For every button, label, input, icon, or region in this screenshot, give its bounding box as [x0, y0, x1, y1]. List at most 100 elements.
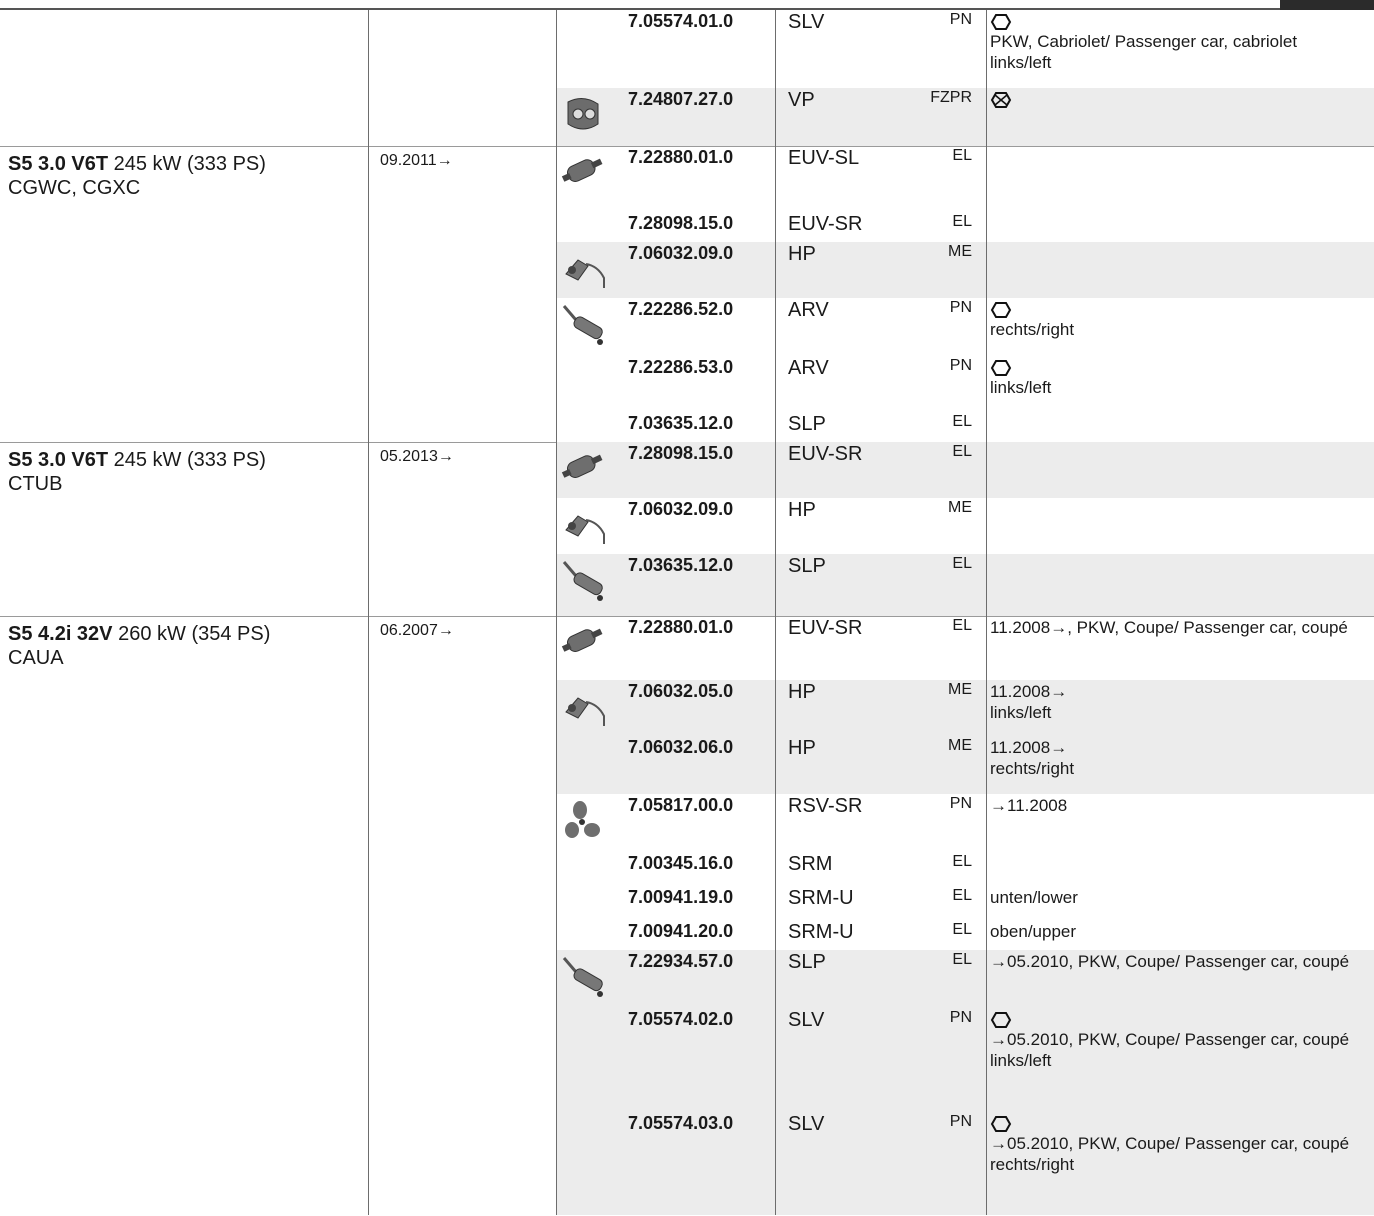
clamp-part-image [558, 796, 608, 842]
part-row[interactable]: 7.03635.12.0 SLP EL [556, 412, 1374, 442]
part-row[interactable]: 7.24807.27.0 VP FZPR [556, 88, 1374, 146]
part-row[interactable]: 7.05574.01.0 SLV PN PKW, Cabriolet/ Passeng… [556, 10, 1374, 88]
material-code: ME [948, 681, 972, 698]
model-power: 245 kW (333 PS) [108, 449, 266, 471]
part-code: SRM-U [788, 921, 854, 943]
part-row[interactable]: 7.05817.00.0 RSV-SR PN →11.2008 [556, 794, 1374, 852]
muffler-part-image [558, 556, 608, 602]
material-code: ME [948, 737, 972, 754]
model-name: S5 3.0 V6T [8, 449, 109, 471]
part-notes: rechts/right [990, 299, 1370, 340]
part-notes: unten/lower [990, 887, 1370, 908]
cat-part-image [558, 618, 608, 664]
part-code: ARV [788, 299, 829, 321]
part-row[interactable]: 7.00941.19.0 SRM-U EL unten/lower [556, 886, 1374, 920]
part-notes: 11.2008→ links/left [990, 681, 1370, 723]
part-row[interactable]: 7.06032.09.0 HP ME [556, 498, 1374, 554]
material-code: EL [952, 413, 972, 430]
note-line: oben/upper [990, 922, 1077, 941]
note-line: →11.2008 [990, 796, 1068, 815]
vehicle-model: S5 3.0 V6T 245 kW (333 PS) CTUB [8, 448, 358, 496]
part-code: HP [788, 737, 816, 759]
part-code: VP [788, 89, 815, 111]
part-number: 7.22880.01.0 [628, 617, 734, 637]
part-notes: →05.2010, PKW, Coupe/ Passenger car, cou… [990, 951, 1370, 972]
part-row[interactable]: 7.00941.20.0 SRM-U EL oben/upper [556, 920, 1374, 950]
note-line: links/left [990, 53, 1052, 72]
note-line: links/left [990, 1051, 1052, 1070]
part-row[interactable]: 7.22880.01.0 EUV-SL EL [556, 146, 1374, 212]
part-number: 7.05574.01.0 [628, 11, 734, 31]
part-row[interactable]: 7.28098.15.0 EUV-SR EL [556, 212, 1374, 242]
part-code: SLP [788, 951, 826, 973]
vehicle-model [8, 15, 358, 39]
part-code: SLV [788, 11, 825, 33]
part-row[interactable]: 7.06032.06.0 HP ME 11.2008→ rechts/right [556, 736, 1374, 794]
part-number: 7.05817.00.0 [628, 795, 734, 815]
part-notes: →05.2010, PKW, Coupe/ Passenger car, cou… [990, 1009, 1370, 1071]
material-code: EL [952, 887, 972, 904]
part-code: EUV-SR [788, 213, 863, 235]
part-number: 7.00345.16.0 [628, 853, 734, 873]
part-row[interactable]: 7.22880.01.0 EUV-SR EL 11.2008→, PKW, Coupe… [556, 616, 1374, 680]
part-code: SLV [788, 1113, 825, 1135]
part-code: HP [788, 499, 816, 521]
part-number: 7.00941.20.0 [628, 921, 734, 941]
material-code: ME [948, 243, 972, 260]
part-row[interactable]: 7.06032.05.0 HP ME 11.2008→ links/left [556, 680, 1374, 736]
part-number: 7.03635.12.0 [628, 555, 734, 575]
part-row[interactable]: 7.22286.52.0 ARV PN rechts/right [556, 298, 1374, 356]
part-row[interactable]: 7.28098.15.0 EUV-SR EL [556, 442, 1374, 498]
part-number: 7.28098.15.0 [628, 443, 734, 463]
page-tab [1280, 0, 1374, 10]
material-code: EL [952, 147, 972, 164]
part-row[interactable]: 7.03635.12.0 SLP EL [556, 554, 1374, 616]
part-notes: oben/upper [990, 921, 1370, 942]
gasket-icon [990, 13, 1370, 31]
hp-part-image [558, 682, 608, 728]
part-row[interactable]: 7.06032.09.0 HP ME [556, 242, 1374, 298]
engine-codes: CAUA [8, 647, 64, 669]
part-row[interactable]: 7.22934.57.0 SLP EL →05.2010, PKW, Coupe/ P… [556, 950, 1374, 1008]
gasket-icon [990, 1115, 1370, 1133]
material-code: PN [949, 795, 972, 812]
vehicle-model: S5 3.0 V6T 245 kW (333 PS) CGWC, CGXC [8, 152, 358, 200]
part-code: ARV [788, 357, 829, 379]
model-power: 245 kW (333 PS) [108, 153, 266, 175]
note-line: rechts/right [990, 759, 1075, 778]
note-line: →05.2010, PKW, Coupe/ Passenger car, cou… [990, 1030, 1350, 1049]
top-rule [0, 0, 1374, 10]
part-number: 7.28098.15.0 [628, 213, 734, 233]
part-code: HP [788, 243, 816, 265]
engine-codes: CTUB [8, 473, 63, 495]
part-notes: →11.2008 [990, 795, 1370, 816]
muffler-part-image [558, 300, 608, 346]
part-code: SRM [788, 853, 833, 875]
mount-part-image [558, 90, 608, 136]
material-code: FZPR [930, 89, 972, 106]
part-code: EUV-SR [788, 443, 863, 465]
muffler-part-image [558, 952, 608, 998]
note-line: rechts/right [990, 1155, 1075, 1174]
part-notes [990, 89, 1370, 109]
part-number: 7.22286.53.0 [628, 357, 734, 377]
part-code: HP [788, 681, 816, 703]
note-line: 11.2008→, PKW, Coupe/ Passenger car, cou… [990, 618, 1348, 637]
part-row[interactable]: 7.22286.53.0 ARV PN links/left [556, 356, 1374, 412]
part-code: EUV-SR [788, 617, 863, 639]
part-number: 7.06032.09.0 [628, 243, 734, 263]
part-row[interactable]: 7.05574.03.0 SLV PN →05.2010, PKW, Coupe/ P… [556, 1112, 1374, 1215]
note-line: rechts/right [990, 320, 1075, 339]
column-divider [986, 10, 987, 1215]
material-code: EL [952, 951, 972, 968]
part-code: SLP [788, 555, 826, 577]
part-notes: links/left [990, 357, 1370, 398]
material-code: PN [949, 357, 972, 374]
part-notes: 11.2008→, PKW, Coupe/ Passenger car, cou… [990, 617, 1370, 638]
part-row[interactable]: 7.00345.16.0 SRM EL [556, 852, 1374, 886]
note-line: links/left [990, 378, 1052, 397]
part-number: 7.24807.27.0 [628, 89, 734, 109]
part-row[interactable]: 7.05574.02.0 SLV PN →05.2010, PKW, Coupe/ P… [556, 1008, 1374, 1112]
note-line: →05.2010, PKW, Coupe/ Passenger car, cou… [990, 952, 1350, 971]
material-code: ME [948, 499, 972, 516]
